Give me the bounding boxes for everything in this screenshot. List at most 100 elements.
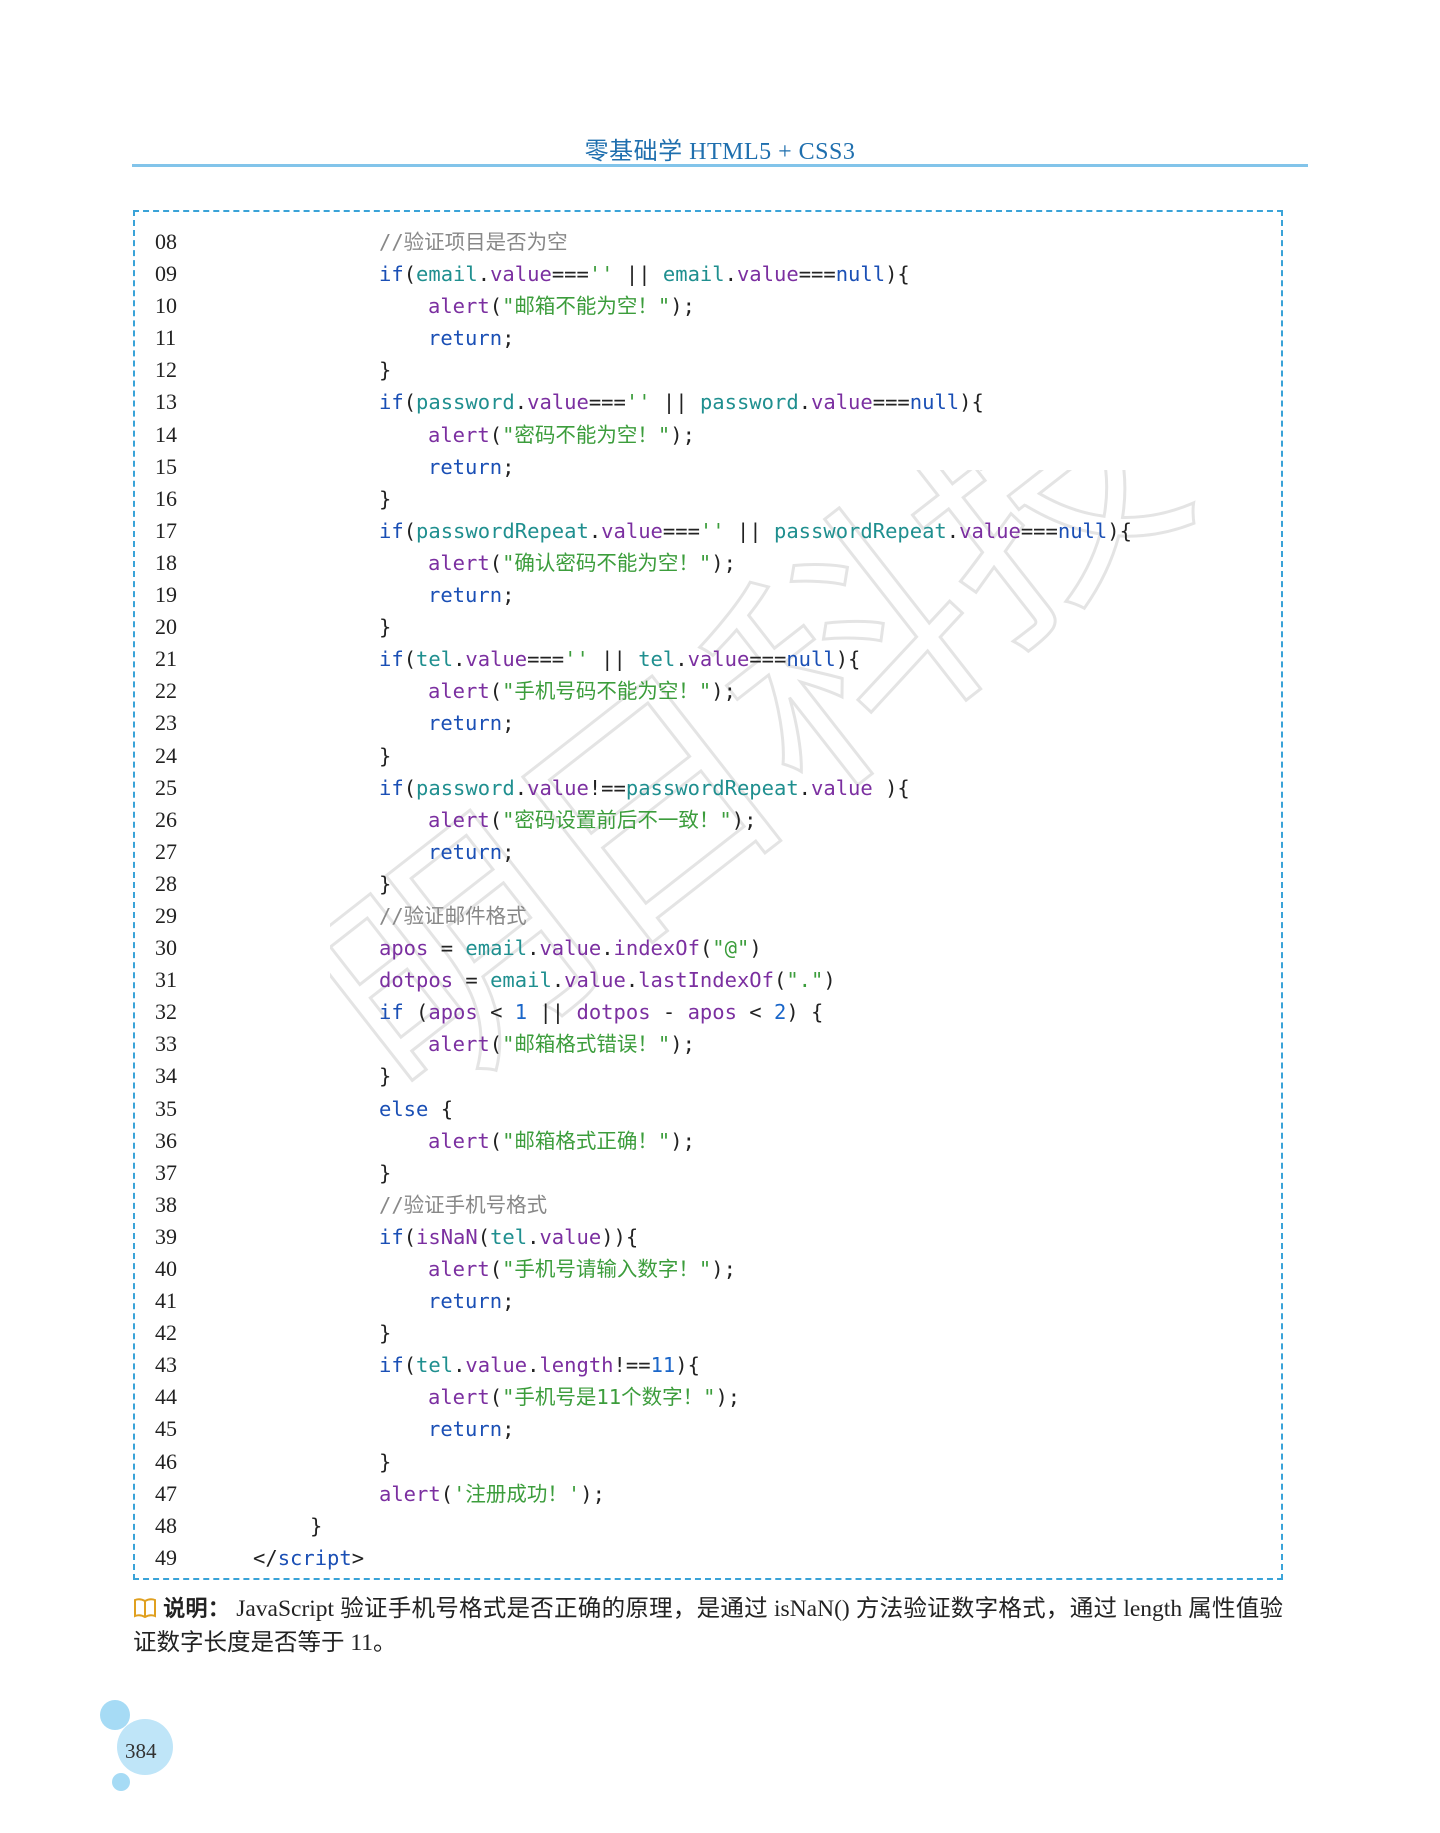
code-token: .	[453, 1353, 466, 1378]
line-number: 41	[155, 1288, 177, 1314]
code-token: )	[823, 968, 836, 993]
code-token: )){	[601, 1224, 639, 1249]
code-token: }	[379, 1064, 392, 1089]
code-token: {	[428, 1096, 454, 1121]
line-number: 14	[155, 421, 177, 447]
code-token: value	[736, 262, 799, 287]
code-token: isNaN	[416, 1224, 478, 1249]
code-token: (	[489, 679, 503, 704]
code-text: }	[379, 1157, 391, 1189]
code-token: (	[489, 294, 503, 319]
page-header-title: 零基础学 HTML5 + CSS3	[584, 139, 856, 165]
code-token: "密码不能为空！"	[502, 422, 671, 447]
code-token: .	[798, 390, 812, 415]
code-token: if	[379, 1000, 404, 1025]
code-text: }	[379, 1060, 391, 1092]
line-number: 19	[155, 582, 177, 608]
code-text: if(password.value!==passwordRepeat.value…	[379, 772, 910, 804]
code-token: (	[403, 775, 417, 800]
line-number: 32	[155, 999, 177, 1025]
code-token: .	[514, 775, 528, 800]
code-text: return;	[428, 707, 514, 739]
code-token: if	[379, 775, 404, 800]
code-token: .	[527, 936, 540, 961]
code-token: value	[527, 390, 589, 415]
line-number: 21	[155, 646, 177, 672]
line-number: 13	[155, 389, 177, 415]
header-rule	[132, 164, 1308, 167]
code-token: return	[428, 711, 503, 736]
code-token: ){	[959, 390, 984, 415]
line-number: 26	[155, 806, 177, 832]
book-icon	[133, 1597, 157, 1628]
code-token: return	[428, 1289, 503, 1314]
code-text: }	[379, 611, 391, 643]
code-token: 11	[650, 1353, 676, 1378]
code-token: //验证邮件格式	[379, 903, 527, 928]
code-token: dotpos	[379, 968, 454, 993]
code-token: 2	[774, 1000, 787, 1025]
code-token: );	[715, 1385, 741, 1410]
code-token: alert	[428, 1385, 490, 1410]
code-token: ===	[551, 262, 589, 287]
note-paragraph: 说明： JavaScript 验证手机号格式是否正确的原理，是通过 isNaN(…	[133, 1594, 1283, 1659]
code-token: alert	[428, 1128, 490, 1153]
code-token: '注册成功！'	[453, 1481, 581, 1506]
code-token: password	[699, 390, 799, 415]
code-token: ;	[502, 1417, 515, 1442]
code-token: tel	[490, 1224, 528, 1249]
code-token: ){	[885, 262, 910, 287]
code-text: }	[379, 354, 391, 386]
code-token: length	[539, 1353, 614, 1378]
code-token: value	[465, 647, 528, 672]
code-token: }	[379, 1321, 392, 1346]
code-token: alert	[428, 1032, 490, 1057]
code-token: (	[489, 1257, 503, 1281]
code-text: //验证项目是否为空	[379, 226, 568, 258]
code-token: ===	[749, 647, 787, 672]
code-token: ||	[588, 647, 639, 672]
code-token: if	[379, 518, 404, 543]
code-token: indexOf	[613, 936, 700, 961]
line-number: 44	[155, 1384, 177, 1410]
code-token: alert	[428, 1257, 490, 1281]
code-token: .	[625, 968, 639, 993]
code-token: tel	[416, 1353, 454, 1378]
code-token: );	[711, 679, 736, 704]
code-token: passwordRepeat	[773, 518, 947, 543]
code-token: .	[477, 262, 491, 287]
code-token: .	[946, 518, 960, 543]
code-token: alert	[428, 679, 490, 704]
code-token: apos	[379, 936, 429, 961]
code-token: email	[416, 262, 478, 287]
code-token: password	[416, 775, 515, 800]
line-number: 20	[155, 614, 177, 640]
code-token: );	[670, 294, 695, 319]
code-text: if(password.value==='' || password.value…	[379, 386, 984, 418]
code-text: //验证手机号格式	[379, 1189, 547, 1221]
code-token: </	[253, 1545, 278, 1570]
code-token: password	[416, 390, 515, 415]
code-token: ){	[675, 1353, 700, 1378]
code-token: //验证手机号格式	[379, 1192, 548, 1217]
code-token: apos	[428, 1000, 478, 1025]
line-number: 15	[155, 453, 177, 479]
code-token: passwordRepeat	[416, 518, 589, 543]
code-token: //验证项目是否为空	[379, 230, 568, 254]
line-number: 35	[155, 1095, 177, 1121]
code-token: (	[403, 518, 417, 543]
code-token: ''	[564, 647, 589, 672]
code-token: ||	[650, 390, 700, 415]
code-token: (	[403, 647, 417, 672]
code-text: alert("邮箱格式错误！");	[428, 1028, 695, 1060]
code-token: );	[670, 1128, 695, 1153]
code-token: ===	[798, 262, 836, 287]
code-token: alert	[379, 1481, 441, 1506]
code-token: value	[811, 775, 873, 800]
code-text: alert("手机号是11个数字！");	[428, 1381, 740, 1413]
code-token: );	[711, 550, 736, 575]
code-token: lastIndexOf	[638, 968, 774, 993]
code-token: >	[351, 1545, 365, 1570]
code-token: }	[379, 871, 392, 896]
code-token: "确认密码不能为空！"	[502, 550, 712, 575]
